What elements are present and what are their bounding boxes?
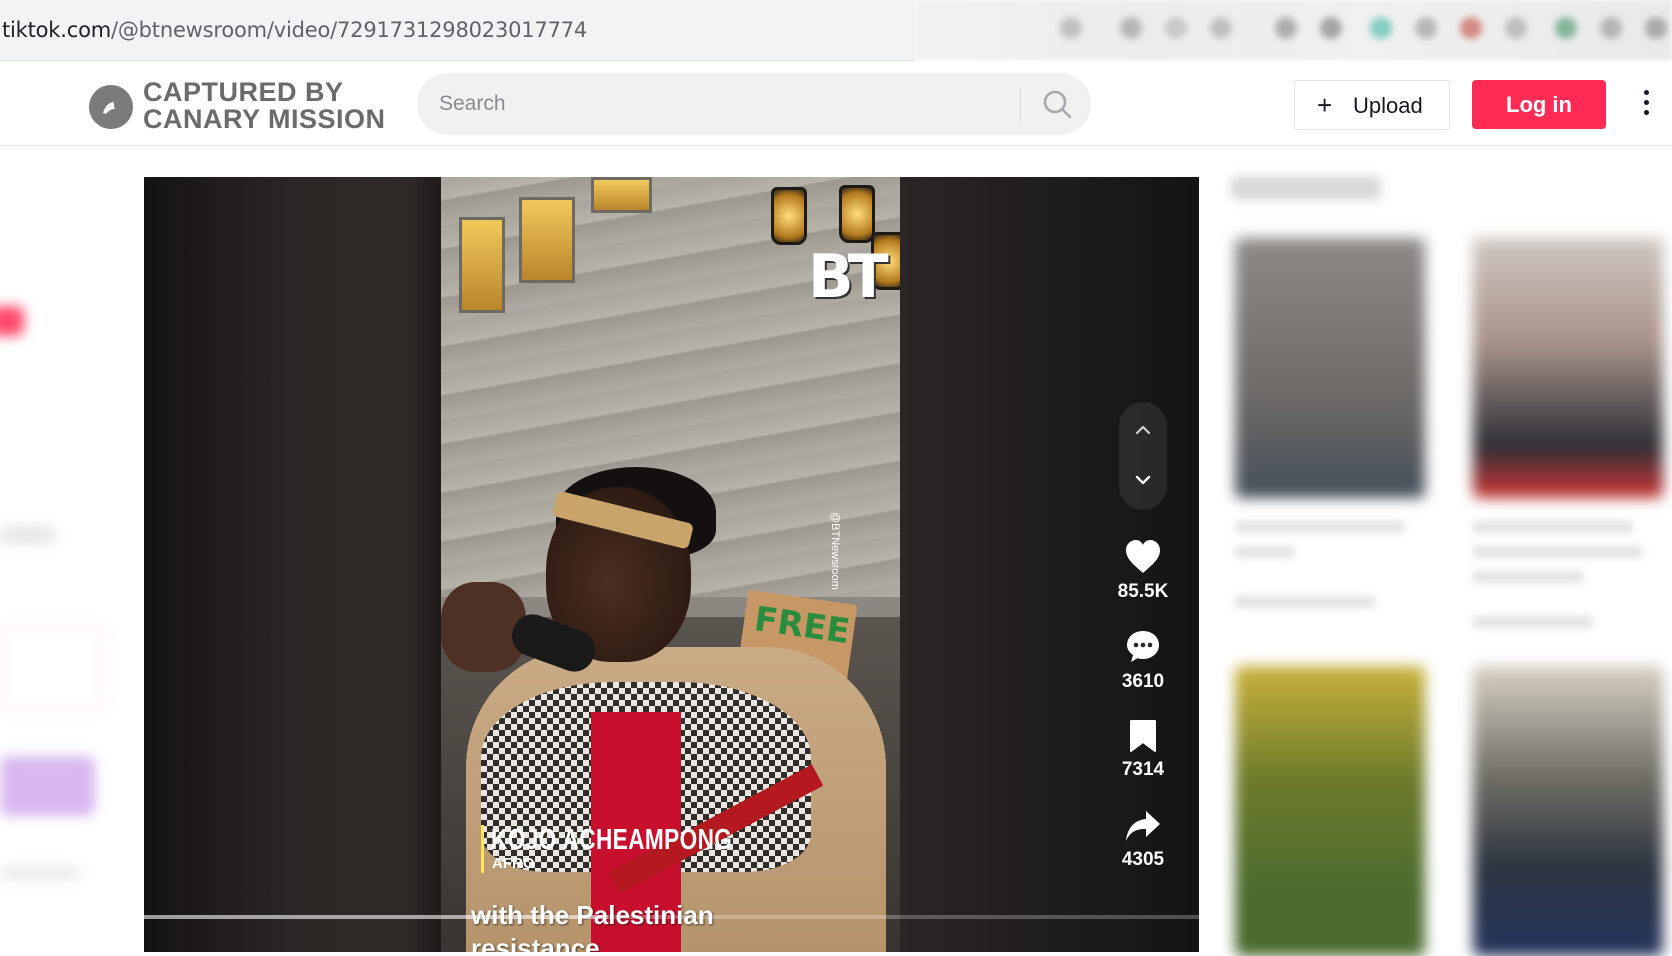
overlay-speaker-org: AFRO xyxy=(492,855,535,872)
overlay-speaker-name: KOJO ACHEAMPONG xyxy=(491,824,733,856)
plus-icon: + xyxy=(1317,90,1333,120)
extension-icon[interactable] xyxy=(1210,17,1232,39)
like-count: 85.5K xyxy=(1117,581,1169,602)
sign-text: FREE xyxy=(751,599,853,653)
video-frame[interactable]: FREE BT @BTNewsroom KOJO ACHEAMPONG AFRO… xyxy=(441,177,900,952)
search-bar[interactable]: Search xyxy=(417,73,1091,135)
browser-address-bar[interactable]: tiktok.com/@btnewsroom/video/72917312980… xyxy=(0,0,915,61)
search-icon xyxy=(1043,90,1072,119)
extension-icon[interactable] xyxy=(1320,17,1342,39)
caption-line-2: resistance xyxy=(471,933,600,952)
extension-icon[interactable] xyxy=(1060,17,1082,39)
upload-button[interactable]: + Upload xyxy=(1294,80,1450,130)
related-video-title-blurred xyxy=(1473,571,1583,583)
browser-extensions-strip xyxy=(915,0,1672,60)
url-text[interactable]: tiktok.com/@btnewsroom/video/72917312980… xyxy=(2,18,587,42)
related-video-title-blurred xyxy=(1235,521,1405,533)
logo-line-2: CANARY MISSION xyxy=(143,104,386,134)
url-path: /@btnewsroom/video/7291731298023017774 xyxy=(111,18,588,42)
heart-icon[interactable] xyxy=(1124,539,1162,575)
video-window xyxy=(459,217,505,313)
extension-icon[interactable] xyxy=(1120,17,1142,39)
share-action[interactable]: 4305 xyxy=(1110,809,1176,871)
site-header: CAPTURED BY CANARY MISSION Search + Uplo… xyxy=(0,63,1672,146)
related-video-thumbnail[interactable] xyxy=(1235,238,1425,498)
url-domain: tiktok.com xyxy=(2,18,111,42)
upload-label: Upload xyxy=(1353,93,1423,118)
logo-wordmark[interactable]: CAPTURED BY CANARY MISSION xyxy=(143,79,386,133)
canary-logo-icon[interactable] xyxy=(89,85,133,129)
related-video-title-blurred xyxy=(1235,546,1295,558)
related-videos-title-blurred xyxy=(1231,176,1381,200)
video-lamp xyxy=(839,185,875,243)
bt-watermark: BT xyxy=(808,242,889,312)
extension-icon[interactable] xyxy=(1460,17,1482,39)
sidebar-item-blurred[interactable] xyxy=(0,526,55,544)
related-video-meta-blurred xyxy=(1473,616,1593,628)
left-sidebar xyxy=(0,146,120,952)
search-button[interactable] xyxy=(1040,87,1080,123)
save-count: 7314 xyxy=(1121,759,1165,780)
share-count: 4305 xyxy=(1121,849,1165,870)
extension-icon[interactable] xyxy=(1165,17,1187,39)
related-video-thumbnail[interactable] xyxy=(1235,666,1425,956)
related-video-title-blurred xyxy=(1473,521,1633,533)
search-divider xyxy=(1020,88,1021,122)
extension-icon[interactable] xyxy=(1645,17,1667,39)
login-button[interactable]: Log in xyxy=(1472,80,1606,129)
related-video-meta-blurred xyxy=(1235,596,1375,608)
sidebar-item-blurred[interactable] xyxy=(0,306,24,336)
share-icon[interactable] xyxy=(1124,809,1162,843)
video-window xyxy=(519,197,575,283)
vertical-dots-icon[interactable] xyxy=(1636,85,1656,125)
video-player[interactable]: FREE BT @BTNewsroom KOJO ACHEAMPONG AFRO… xyxy=(144,177,1199,952)
related-video-thumbnail[interactable] xyxy=(1473,238,1663,498)
sidebar-item-blurred[interactable] xyxy=(0,866,80,880)
comment-count: 3610 xyxy=(1121,671,1165,692)
watermark-handle: @BTNewsroom xyxy=(829,512,841,590)
name-accent-bar xyxy=(481,825,484,873)
extension-icon[interactable] xyxy=(1275,17,1297,39)
video-progress-bar[interactable] xyxy=(144,915,1199,919)
chevron-down-icon[interactable] xyxy=(1133,470,1153,490)
extension-icon[interactable] xyxy=(1555,17,1577,39)
sidebar-promo-blurred[interactable] xyxy=(0,756,95,816)
extension-icon[interactable] xyxy=(1505,17,1527,39)
like-action[interactable]: 85.5K xyxy=(1110,539,1176,603)
video-lamp xyxy=(771,187,807,245)
chevron-up-icon[interactable] xyxy=(1133,420,1153,440)
video-window xyxy=(591,177,652,213)
extension-icon[interactable] xyxy=(1600,17,1622,39)
extension-icon[interactable] xyxy=(1370,17,1392,39)
comment-action[interactable]: 3610 xyxy=(1110,629,1176,693)
related-videos-panel xyxy=(1219,146,1672,956)
search-input[interactable]: Search xyxy=(439,92,506,116)
save-action[interactable]: 7314 xyxy=(1110,719,1176,781)
video-caption: with the Palestinian resistance xyxy=(471,899,714,952)
sidebar-login-box[interactable] xyxy=(0,626,104,710)
comment-icon[interactable] xyxy=(1125,629,1161,665)
bookmark-icon[interactable] xyxy=(1128,719,1158,753)
related-video-title-blurred xyxy=(1473,546,1643,558)
logo-line-1: CAPTURED BY xyxy=(143,77,344,107)
video-nav-controls xyxy=(1119,402,1167,510)
video-progress-fill xyxy=(144,915,609,919)
related-video-thumbnail[interactable] xyxy=(1473,666,1663,956)
extension-icon[interactable] xyxy=(1415,17,1437,39)
